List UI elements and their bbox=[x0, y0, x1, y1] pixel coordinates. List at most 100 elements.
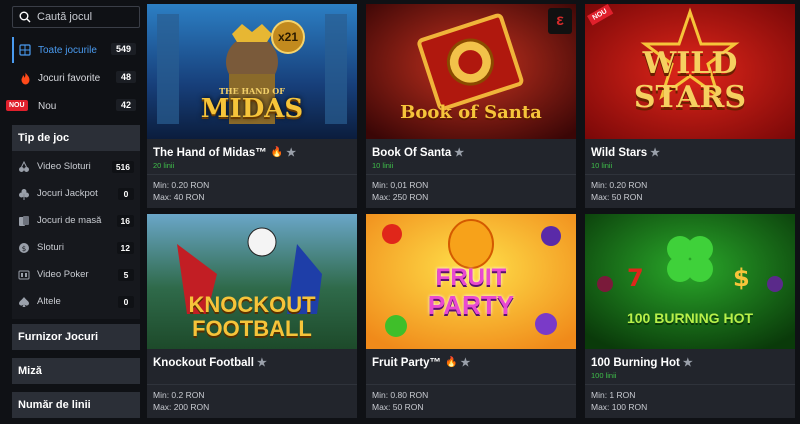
filter-table-games[interactable]: Jocuri de masă 16 bbox=[12, 207, 140, 234]
game-card[interactable]: x21 THE HAND OF MIDAS The Hand of Midas™… bbox=[147, 4, 357, 208]
filter-video-slots[interactable]: Video Sloturi 516 bbox=[12, 153, 140, 180]
filter-slots[interactable]: $ Sloturi 12 bbox=[12, 234, 140, 261]
clover-icon bbox=[18, 188, 30, 200]
grid-icon bbox=[18, 43, 32, 57]
min-bet: Min: 0.20 RON bbox=[153, 180, 210, 190]
filter-label: Video Poker bbox=[37, 269, 89, 280]
game-title: 100 Burning Hot bbox=[591, 356, 680, 369]
sidebar: Toate jocurile 549 Jocuri favorite 48 NO… bbox=[0, 0, 144, 424]
filter-label: Jocuri Jackpot bbox=[37, 188, 98, 199]
game-thumbnail[interactable]: x21 THE HAND OF MIDAS bbox=[147, 4, 357, 139]
max-bet: Max: 40 RON bbox=[153, 192, 205, 202]
max-bet: Max: 50 RON bbox=[372, 402, 424, 412]
spade-icon bbox=[18, 296, 30, 308]
bet-panel[interactable]: Miză bbox=[12, 358, 140, 384]
game-card[interactable]: 7 $ 100 BURNING HOT 100 Burning Hot ★ 100… bbox=[585, 214, 795, 418]
max-bet: Max: 100 RON bbox=[591, 402, 648, 412]
search-box[interactable] bbox=[12, 6, 140, 28]
lines-panel[interactable]: Număr de linii bbox=[12, 392, 140, 418]
filter-other[interactable]: Altele 0 bbox=[12, 288, 140, 315]
hot-icon: 🔥 bbox=[445, 357, 458, 368]
menu-item-new[interactable]: NOU Nou 42 bbox=[6, 93, 140, 119]
new-badge: NOU bbox=[6, 100, 28, 111]
game-card[interactable]: ε Book of Santa Book Of Santa ★ 10 linii … bbox=[366, 4, 576, 208]
filter-label: Sloturi bbox=[37, 242, 64, 253]
menu-item-favorites[interactable]: Jocuri favorite 48 bbox=[12, 65, 140, 91]
min-bet: Min: 1 RON bbox=[591, 390, 636, 400]
game-title: The Hand of Midas™ bbox=[153, 146, 267, 159]
filter-count: 0 bbox=[118, 188, 134, 200]
game-type-panel: Tip de joc Video Sloturi 516 Jocuri Jack… bbox=[12, 125, 140, 319]
game-card[interactable]: NOU WILD STARS Wild Stars ★ 10 linii Min:… bbox=[585, 4, 795, 208]
game-title: Fruit Party™ bbox=[372, 356, 442, 369]
game-limits: Min: 0.2 RON Max: 200 RON bbox=[147, 384, 357, 418]
filter-video-poker[interactable]: Video Poker 5 bbox=[12, 261, 140, 288]
game-card[interactable]: KNOCKOUT FOOTBALL Knockout Football ★ Min… bbox=[147, 214, 357, 418]
game-lines: 10 linii bbox=[372, 161, 394, 170]
favorite-star-icon[interactable]: ★ bbox=[286, 146, 296, 159]
game-thumbnail[interactable]: KNOCKOUT FOOTBALL bbox=[147, 214, 357, 349]
filter-count: 12 bbox=[116, 242, 134, 254]
game-limits: Min: 1 RON Max: 100 RON bbox=[585, 384, 795, 418]
favorite-star-icon[interactable]: ★ bbox=[650, 146, 660, 159]
filter-count: 16 bbox=[116, 215, 134, 227]
multiplier-badge: x21 bbox=[271, 20, 305, 54]
game-limits: Min: 0.20 RON Max: 40 RON bbox=[147, 174, 357, 208]
favorite-star-icon[interactable]: ★ bbox=[460, 356, 470, 369]
game-limits: Min: 0.80 RON Max: 50 RON bbox=[366, 384, 576, 418]
game-logo: MIDAS bbox=[200, 94, 304, 124]
game-title: Wild Stars bbox=[591, 146, 648, 159]
svg-text:$: $ bbox=[733, 264, 750, 292]
game-logo: FOOTBALL bbox=[192, 316, 312, 341]
game-thumbnail[interactable]: FRUIT PARTY bbox=[366, 214, 576, 349]
min-bet: Min: 0,01 RON bbox=[372, 180, 429, 190]
menu-item-count: 48 bbox=[115, 71, 136, 83]
menu-item-label: Toate jocurile bbox=[38, 44, 97, 56]
max-bet: Max: 250 RON bbox=[372, 192, 429, 202]
lines-header[interactable]: Număr de linii bbox=[12, 392, 140, 418]
min-bet: Min: 0.2 RON bbox=[153, 390, 205, 400]
filter-label: Altele bbox=[37, 296, 61, 307]
game-logo: 100 BURNING HOT bbox=[626, 310, 754, 326]
game-type-header[interactable]: Tip de joc bbox=[12, 125, 140, 151]
svg-text:7: 7 bbox=[627, 264, 644, 292]
search-icon bbox=[19, 11, 31, 23]
providers-header[interactable]: Furnizor Jocuri bbox=[12, 324, 140, 350]
providers-panel[interactable]: Furnizor Jocuri bbox=[12, 324, 140, 350]
main-menu: Toate jocurile 549 Jocuri favorite 48 NO… bbox=[6, 37, 140, 121]
filter-label: Video Sloturi bbox=[37, 161, 91, 172]
favorite-star-icon[interactable]: ★ bbox=[683, 356, 693, 369]
game-logo: FRUIT bbox=[435, 264, 507, 291]
favorite-star-icon[interactable]: ★ bbox=[257, 356, 267, 369]
filter-count: 0 bbox=[118, 296, 134, 308]
filter-jackpot[interactable]: Jocuri Jackpot 0 bbox=[12, 180, 140, 207]
game-thumbnail[interactable]: ε Book of Santa bbox=[366, 4, 576, 139]
game-thumbnail[interactable]: 7 $ 100 BURNING HOT bbox=[585, 214, 795, 349]
favorite-star-icon[interactable]: ★ bbox=[454, 146, 464, 159]
menu-item-count: 549 bbox=[110, 43, 136, 55]
bet-header[interactable]: Miză bbox=[12, 358, 140, 384]
game-title: Knockout Football bbox=[153, 356, 254, 369]
game-lines: 100 linii bbox=[591, 371, 617, 380]
game-thumbnail[interactable]: NOU WILD STARS bbox=[585, 4, 795, 139]
game-logo: Book of Santa bbox=[400, 102, 542, 123]
cherries-icon bbox=[18, 160, 30, 173]
max-bet: Max: 50 RON bbox=[591, 192, 643, 202]
menu-item-all-games[interactable]: Toate jocurile 549 bbox=[12, 37, 140, 63]
game-logo: KNOCKOUT bbox=[188, 292, 316, 317]
game-limits: Min: 0,01 RON Max: 250 RON bbox=[366, 174, 576, 208]
menu-item-count: 42 bbox=[115, 99, 136, 111]
search-input[interactable] bbox=[37, 11, 137, 23]
min-bet: Min: 0.20 RON bbox=[591, 180, 648, 190]
cards-icon bbox=[18, 215, 30, 227]
slot-machine-icon bbox=[18, 269, 30, 281]
menu-item-label: Nou bbox=[38, 100, 57, 112]
filter-count: 5 bbox=[118, 269, 134, 281]
filter-label: Jocuri de masă bbox=[37, 215, 102, 226]
filter-count: 516 bbox=[111, 161, 134, 173]
game-limits: Min: 0.20 RON Max: 50 RON bbox=[585, 174, 795, 208]
game-logo: WILD bbox=[642, 46, 738, 81]
game-card[interactable]: FRUIT PARTY Fruit Party™ 🔥 ★ Min: 0.80 RON… bbox=[366, 214, 576, 418]
max-bet: Max: 200 RON bbox=[153, 402, 210, 412]
game-title: Book Of Santa bbox=[372, 146, 452, 159]
